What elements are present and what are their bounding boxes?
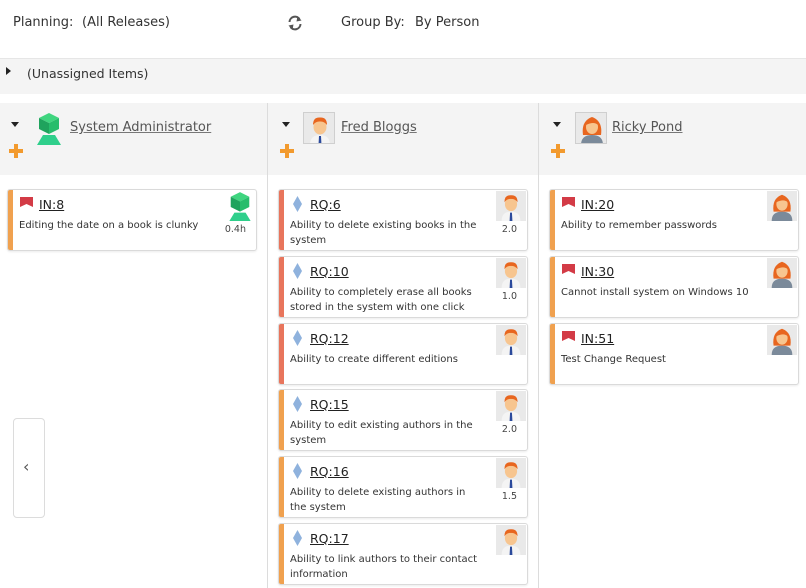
group-by-label: Group By:: [341, 15, 405, 30]
group-by-select[interactable]: By Person: [415, 15, 479, 30]
previous-page-button[interactable]: ‹: [13, 418, 45, 518]
collapse-triangle-icon[interactable]: [11, 122, 19, 127]
card-description: Ability to remember passwords: [561, 220, 717, 231]
card-status-bar: [279, 524, 284, 584]
collapse-triangle-icon[interactable]: [282, 122, 290, 127]
card-id-link[interactable]: RQ:15: [310, 397, 349, 412]
woman-avatar-icon: [767, 258, 797, 288]
card-id-link[interactable]: RQ:17: [310, 531, 349, 546]
requirement-diamond-icon: [291, 330, 304, 346]
column-header-ricky-pond: Ricky Pond: [539, 103, 806, 175]
card-description: Ability to create different editions: [290, 354, 458, 365]
card-status-bar: [279, 390, 284, 450]
task-card[interactable]: RQ:15 Ability to edit existing authors in…: [278, 389, 528, 451]
column-divider: [267, 103, 268, 588]
card-description: Ability to link authors to their contact…: [290, 554, 478, 580]
chevron-left-icon: ‹: [23, 457, 30, 476]
expand-triangle-icon[interactable]: [6, 67, 11, 75]
task-card[interactable]: IN:51 Test Change Request: [549, 323, 799, 385]
unassigned-items-label: (Unassigned Items): [27, 66, 149, 81]
person-name-link[interactable]: Ricky Pond: [612, 120, 683, 135]
card-description: Editing the date on a book is clunky: [19, 220, 199, 231]
admin-cube-icon: [225, 191, 255, 221]
card-estimate: 2.0: [501, 424, 517, 435]
man-avatar-icon: [496, 325, 526, 355]
person-name-link[interactable]: System Administrator: [70, 120, 211, 135]
column-divider: [538, 103, 539, 588]
incident-flag-icon: [562, 330, 575, 344]
card-description: Ability to completely erase all books st…: [290, 287, 472, 313]
card-id-link[interactable]: RQ:16: [310, 464, 349, 479]
column-header-system-administrator: System Administrator: [0, 103, 267, 175]
card-status-bar: [279, 190, 284, 250]
card-id-link[interactable]: RQ:12: [310, 331, 349, 346]
card-status-bar: [550, 324, 555, 384]
woman-avatar-icon: [767, 191, 797, 221]
add-item-plus-icon[interactable]: [280, 144, 294, 158]
card-status-bar: [550, 257, 555, 317]
man-avatar-icon: [496, 258, 526, 288]
task-card[interactable]: RQ:12 Ability to create different edition…: [278, 323, 528, 385]
collapse-triangle-icon[interactable]: [553, 122, 561, 127]
person-name-link[interactable]: Fred Bloggs: [341, 120, 417, 135]
card-status-bar: [279, 324, 284, 384]
woman-avatar-icon: [767, 325, 797, 355]
card-description: Ability to edit existing authors in the …: [290, 420, 473, 446]
card-status-bar: [550, 190, 555, 250]
toolbar: Planning: (All Releases) Group By: By Pe…: [0, 0, 806, 50]
man-avatar-icon: [303, 112, 335, 144]
card-status-bar: [279, 457, 284, 517]
woman-avatar-icon: [575, 112, 607, 144]
unassigned-items-row[interactable]: (Unassigned Items): [0, 58, 806, 94]
requirement-diamond-icon: [291, 463, 304, 479]
card-status-bar: [8, 190, 13, 250]
admin-cube-icon: [37, 113, 61, 145]
card-id-link[interactable]: IN:20: [581, 197, 614, 212]
card-estimate: 1.5: [501, 491, 517, 502]
card-id-link[interactable]: RQ:6: [310, 197, 341, 212]
card-description: Test Change Request: [561, 354, 666, 365]
card-estimate: 0.4h: [224, 224, 246, 235]
man-avatar-icon: [496, 458, 526, 488]
task-card[interactable]: IN:30 Cannot install system on Windows 10: [549, 256, 799, 318]
add-item-plus-icon[interactable]: [551, 144, 565, 158]
card-id-link[interactable]: IN:30: [581, 264, 614, 279]
card-id-link[interactable]: IN:51: [581, 331, 614, 346]
task-card[interactable]: RQ:16 Ability to delete existing authors …: [278, 456, 528, 518]
card-description: Cannot install system on Windows 10: [561, 287, 749, 298]
card-status-bar: [279, 257, 284, 317]
man-avatar-icon: [496, 391, 526, 421]
task-card[interactable]: RQ:6 Ability to delete existing books in …: [278, 189, 528, 251]
card-estimate: 2.0: [501, 224, 517, 235]
incident-flag-icon: [562, 263, 575, 277]
add-item-plus-icon[interactable]: [9, 144, 23, 158]
card-description: Ability to delete existing books in the …: [290, 220, 477, 246]
requirement-diamond-icon: [291, 530, 304, 546]
card-description: Ability to delete existing authors in th…: [290, 487, 466, 513]
task-card[interactable]: IN:8 Editing the date on a book is clunky…: [7, 189, 257, 251]
man-avatar-icon: [496, 191, 526, 221]
requirement-diamond-icon: [291, 196, 304, 212]
requirement-diamond-icon: [291, 263, 304, 279]
task-card[interactable]: RQ:17 Ability to link authors to their co…: [278, 523, 528, 585]
man-avatar-icon: [496, 525, 526, 555]
incident-flag-icon: [562, 196, 575, 210]
planning-label: Planning:: [13, 15, 74, 30]
requirement-diamond-icon: [291, 396, 304, 412]
task-card[interactable]: RQ:10 Ability to completely erase all boo…: [278, 256, 528, 318]
card-id-link[interactable]: RQ:10: [310, 264, 349, 279]
incident-flag-icon: [20, 196, 33, 210]
planning-release-select[interactable]: (All Releases): [82, 15, 170, 30]
card-estimate: 1.0: [501, 291, 517, 302]
column-header-fred-bloggs: Fred Bloggs: [268, 103, 538, 175]
refresh-icon[interactable]: [286, 14, 304, 32]
task-card[interactable]: IN:20 Ability to remember passwords: [549, 189, 799, 251]
card-id-link[interactable]: IN:8: [39, 197, 64, 212]
